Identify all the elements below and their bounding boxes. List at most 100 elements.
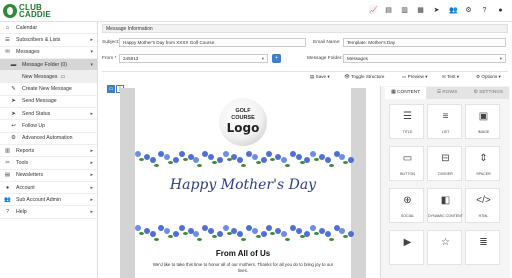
save-button[interactable]: ▤ Save ▾ [310, 73, 330, 81]
options-button[interactable]: ⚙ Options ▾ [476, 73, 501, 81]
users-icon[interactable]: 👥 [449, 7, 458, 14]
sidebar: ⌂ Calendar ☰ Subscribers & Lists ▸ ✉ Mes… [0, 22, 98, 278]
test-label: Test [447, 74, 456, 79]
chart-icon[interactable]: 📈 [369, 7, 378, 14]
user-icon[interactable]: ● [497, 7, 504, 14]
dynamic-icon: ◧ [440, 195, 451, 206]
chevron-right-icon: ▸ [90, 184, 93, 191]
leaf-icon [241, 164, 247, 167]
leaf-icon [139, 232, 144, 235]
block-icons[interactable]: ☆ [427, 230, 462, 265]
flower-icon [324, 231, 331, 237]
flower-icon [289, 225, 296, 231]
send-icon[interactable]: ➤ [433, 7, 440, 14]
sidebar-item-message-folder[interactable]: ▬ Message Folder (0) ▾ [0, 58, 97, 72]
folder-select[interactable]: Messages ▾ [343, 54, 506, 63]
golf-course-logo[interactable]: GOLF COURSE Logo [219, 98, 267, 146]
block-label: DYNAMIC CONTENT [428, 214, 463, 218]
email-subheading[interactable]: From All of Us [135, 249, 351, 258]
leaf-icon [153, 164, 159, 167]
block-label: SOCIAL [400, 214, 415, 218]
video-icon: ▶ [403, 237, 412, 248]
menu-icon: ≣ [479, 237, 488, 248]
settings-icon[interactable]: ⚙ [465, 7, 472, 14]
tab-settings[interactable]: ⚙ SETTINGS [467, 87, 509, 99]
sidebar-item-create-message[interactable]: ✎ Create New Message [0, 83, 97, 96]
email-body-text[interactable]: We'd like to take this time to honor all… [149, 262, 337, 273]
toggle-structure-button[interactable]: 👁 Toggle Structure [344, 73, 384, 81]
flower-icon [237, 157, 244, 163]
leaf-icon [241, 238, 247, 241]
test-button[interactable]: ✉ Test ▾ [442, 73, 459, 81]
sidebar-item-follow-up[interactable]: ↩ Follow Up [0, 120, 97, 133]
flower-icon [193, 157, 200, 163]
flower-icon [135, 151, 141, 157]
flower-icon [251, 154, 258, 160]
email-name-input[interactable]: Template: Mother's Day [343, 38, 506, 47]
sidebar-item-account[interactable]: ● Account ▸ [0, 182, 97, 195]
sidebar-item-label: Follow Up [22, 123, 46, 130]
block-title[interactable]: ☰ TITLE [389, 104, 424, 139]
from-select[interactable]: 245913 ▾ [119, 54, 268, 63]
block-button[interactable]: ▭ BUTTON [389, 146, 424, 181]
sidebar-item-label: Calendar [16, 24, 38, 31]
chart-icon[interactable]: ▦ [417, 7, 424, 14]
email-headline[interactable]: Happy Mother's Day [135, 177, 351, 193]
subject-input[interactable]: Happy Mother's Day from XXXX Golf Course [119, 38, 306, 47]
sidebar-item-calendar[interactable]: ⌂ Calendar [0, 22, 97, 35]
flower-icon [208, 154, 214, 160]
email-canvas: ▭ ▯ GOLF COURSE Logo Happy Mother's Day … [102, 84, 377, 278]
flower-icon [173, 157, 179, 163]
block-list[interactable]: ≡ LIST [427, 104, 462, 139]
file-icon[interactable]: ▤ [385, 7, 392, 14]
send-icon: ➤ [11, 110, 16, 117]
block-spacer[interactable]: ⇕ SPACER [465, 146, 500, 181]
flower-icon [135, 225, 141, 231]
flower-icon [324, 157, 331, 163]
tab-content[interactable]: ▦ CONTENT [385, 87, 427, 99]
block-menu[interactable]: ≣ [465, 230, 500, 265]
sidebar-item-subscribers[interactable]: ☰ Subscribers & Lists ▸ [0, 34, 97, 47]
sidebar-item-new-messages[interactable]: New Messages ▭ [0, 71, 97, 84]
sidebar-item-sub-account-admin[interactable]: 👥 Sub Account Admin ▸ [0, 194, 97, 207]
block-label: BUTTON [400, 172, 415, 176]
sidebar-item-send-message[interactable]: ➤ Send Message [0, 96, 97, 109]
block-social[interactable]: ⊕ SOCIAL [389, 188, 424, 223]
block-dynamic-content[interactable]: ◧ DYNAMIC CONTENT [427, 188, 463, 223]
sidebar-item-tools[interactable]: ✂ Tools ▸ [0, 157, 97, 170]
chevron-right-icon: ▸ [90, 196, 93, 203]
tab-rows[interactable]: ☰ ROWS [426, 87, 468, 99]
leaf-icon [255, 161, 261, 164]
flower-icon [216, 231, 223, 237]
leaf-icon [328, 238, 334, 241]
sidebar-item-help[interactable]: ? Help ▸ [0, 206, 97, 219]
email-body[interactable]: GOLF COURSE Logo Happy Mother's Day From… [135, 88, 355, 278]
logo-text: CLUB CADDIE [19, 4, 51, 19]
sidebar-item-send-status[interactable]: ➤ Send Status ▸ [0, 108, 97, 121]
block-video[interactable]: ▶ [389, 230, 424, 265]
flower-icon [304, 231, 311, 237]
block-label: LIST [441, 130, 450, 134]
tab-label: SETTINGS [479, 90, 504, 95]
panel-tabs: ▦ CONTENT ☰ ROWS ⚙ SETTINGS [385, 87, 509, 99]
block-html[interactable]: </> HTML [465, 188, 500, 223]
flower-icon [310, 225, 317, 231]
sidebar-item-messages[interactable]: ✉ Messages ▾ [0, 47, 97, 59]
preview-button[interactable]: ▭ Preview ▾ [402, 73, 428, 81]
file-icon[interactable]: ▥ [401, 7, 408, 14]
club-caddie-logo[interactable]: CLUB CADDIE [3, 2, 51, 20]
sidebar-item-newsletters[interactable]: ▤ Newsletters ▸ [0, 170, 97, 182]
help-icon[interactable]: ? [481, 7, 488, 14]
sidebar-item-reports[interactable]: ▥ Reports ▸ [0, 145, 97, 158]
flower-icon [216, 157, 223, 163]
block-divider[interactable]: ⊟ DIVIDER [427, 146, 462, 181]
add-from-button[interactable]: + [272, 54, 281, 63]
editor-toolbar: ▤ Save ▾ 👁 Toggle Structure ▭ Preview ▾ … [102, 71, 508, 81]
sidebar-item-advanced-automation[interactable]: ⚙ Advanced Automation [0, 133, 97, 145]
flower-icon [339, 228, 346, 234]
sidebar-item-label: Newsletters [16, 172, 44, 179]
desktop-view-icon[interactable]: ▭ [107, 85, 115, 93]
block-image[interactable]: ▣ IMAGE [465, 104, 500, 139]
leaf-icon [212, 235, 217, 238]
leaf-icon [255, 235, 261, 238]
